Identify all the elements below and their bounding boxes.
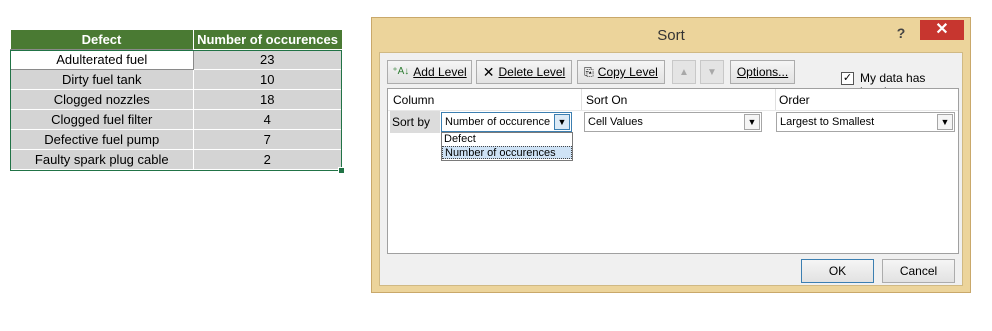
headers-checkbox[interactable]: ✓ — [841, 72, 854, 85]
cell-count[interactable]: 18 — [192, 89, 342, 110]
move-down-button[interactable]: ▼ — [700, 60, 724, 84]
add-level-icon: ⁺A↓ — [392, 66, 410, 77]
dropdown-option-defect[interactable]: Defect — [442, 133, 572, 146]
column-header: Column — [393, 93, 435, 107]
sort-levels-grid: Column Sort On Order Sort by Number of o… — [387, 88, 959, 254]
table-row: Faulty spark plug cable 2 — [10, 149, 342, 170]
sort-on-header: Sort On — [586, 93, 628, 107]
column-divider — [775, 89, 776, 111]
sort-dialog: Sort ? ✕ ⁺A↓ Add Level ✕ Delete Level ⎘ … — [371, 17, 971, 293]
table-row: Defective fuel pump 7 — [10, 129, 342, 150]
cancel-button[interactable]: Cancel — [882, 259, 955, 283]
ok-button[interactable]: OK — [801, 259, 874, 283]
cell-defect[interactable]: Clogged fuel filter — [10, 109, 194, 130]
close-button[interactable]: ✕ — [920, 20, 964, 40]
dialog-titlebar[interactable]: Sort ? ✕ — [372, 18, 970, 52]
column-dropdown-list: Defect Number of occurences — [441, 132, 573, 161]
add-level-button[interactable]: ⁺A↓ Add Level — [387, 60, 472, 84]
spreadsheet-table: Defect Number of occurences Adulterated … — [10, 30, 345, 174]
dropdown-option-occurences[interactable]: Number of occurences — [442, 146, 572, 159]
table-row: Clogged fuel filter 4 — [10, 109, 342, 130]
cell-defect[interactable]: Adulterated fuel — [10, 49, 194, 70]
options-button[interactable]: Options... — [730, 60, 795, 84]
header-defect[interactable]: Defect — [10, 30, 194, 50]
cell-count[interactable]: 23 — [192, 49, 342, 70]
table-row: Dirty fuel tank 10 — [10, 69, 342, 90]
delete-level-button[interactable]: ✕ Delete Level — [476, 60, 572, 84]
column-select[interactable]: Number of occurence ▼ — [441, 112, 572, 132]
move-up-button[interactable]: ▲ — [672, 60, 696, 84]
chevron-down-icon[interactable]: ▼ — [937, 114, 953, 130]
table-row: Clogged nozzles 18 — [10, 89, 342, 110]
cell-defect[interactable]: Defective fuel pump — [10, 129, 194, 150]
cell-count[interactable]: 2 — [192, 149, 342, 170]
cell-defect[interactable]: Clogged nozzles — [10, 89, 194, 110]
help-button[interactable]: ? — [888, 22, 914, 44]
sort-on-select[interactable]: Cell Values ▼ — [584, 112, 762, 132]
dialog-body: ⁺A↓ Add Level ✕ Delete Level ⎘ Copy Leve… — [379, 52, 963, 286]
delete-icon: ✕ — [482, 64, 495, 80]
order-select[interactable]: Largest to Smallest ▼ — [776, 112, 955, 132]
cell-count[interactable]: 10 — [192, 69, 342, 90]
cell-defect[interactable]: Dirty fuel tank — [10, 69, 194, 90]
table-row: Adulterated fuel 23 — [10, 49, 342, 70]
column-divider — [581, 89, 582, 111]
cell-count[interactable]: 4 — [192, 109, 342, 130]
copy-icon: ⎘ — [584, 65, 594, 79]
cell-defect[interactable]: Faulty spark plug cable — [10, 149, 194, 170]
sort-by-label[interactable]: Sort by — [390, 111, 440, 133]
copy-level-button[interactable]: ⎘ Copy Level — [577, 60, 665, 84]
cell-count[interactable]: 7 — [192, 129, 342, 150]
chevron-down-icon[interactable]: ▼ — [554, 114, 570, 130]
order-header: Order — [779, 93, 810, 107]
header-occurences[interactable]: Number of occurences — [193, 30, 342, 50]
dialog-title: Sort — [657, 27, 685, 44]
fill-handle[interactable] — [338, 167, 345, 174]
chevron-down-icon[interactable]: ▼ — [744, 114, 760, 130]
header-divider — [388, 110, 958, 111]
